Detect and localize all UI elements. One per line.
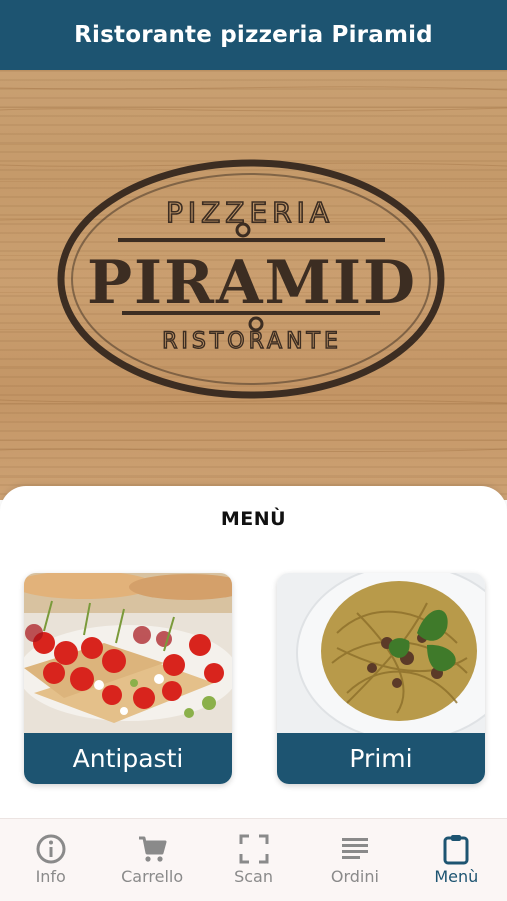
nav-item-info[interactable]: Info: [0, 819, 101, 901]
nav-item-menu[interactable]: Menù: [406, 819, 507, 901]
nav-label: Scan: [234, 867, 273, 886]
scan-icon: [239, 834, 269, 864]
nav-item-carrello[interactable]: Carrello: [101, 819, 202, 901]
svg-text:PIRAMID: PIRAMID: [87, 248, 417, 318]
nav-label: Menù: [434, 867, 479, 886]
nav-item-scan[interactable]: Scan: [203, 819, 304, 901]
category-label: Antipasti: [24, 733, 232, 784]
category-card-antipasti[interactable]: Antipasti: [24, 573, 232, 784]
nav-item-ordini[interactable]: Ordini: [304, 819, 405, 901]
hero-banner: PIZZERIA PIRAMID RISTORANTE: [0, 70, 507, 500]
app-title: Ristorante pizzeria Piramid: [74, 22, 433, 48]
spaghetti-bolognese-photo: [277, 573, 485, 733]
category-card-primi[interactable]: Primi: [277, 573, 485, 784]
nav-label: Info: [35, 867, 66, 886]
clipboard-icon: [443, 835, 469, 865]
nav-label: Carrello: [121, 867, 184, 886]
list-icon: [341, 838, 368, 859]
bruschetta-tomatoes-photo: [24, 573, 232, 733]
nav-label: Ordini: [330, 867, 379, 886]
cart-icon: [139, 836, 167, 862]
menu-title: MENÙ: [220, 508, 287, 530]
category-label: Primi: [277, 733, 485, 784]
svg-text:RISTORANTE: RISTORANTE: [162, 329, 342, 354]
info-icon: [36, 834, 66, 864]
svg-text:PIZZERIA: PIZZERIA: [166, 196, 334, 229]
restaurant-logo: PIZZERIA PIRAMID RISTORANTE: [0, 86, 507, 453]
bottom-navigation: Info Carrello Scan Ordini Menù: [0, 818, 507, 901]
app-bar: Ristorante pizzeria Piramid: [0, 0, 507, 70]
